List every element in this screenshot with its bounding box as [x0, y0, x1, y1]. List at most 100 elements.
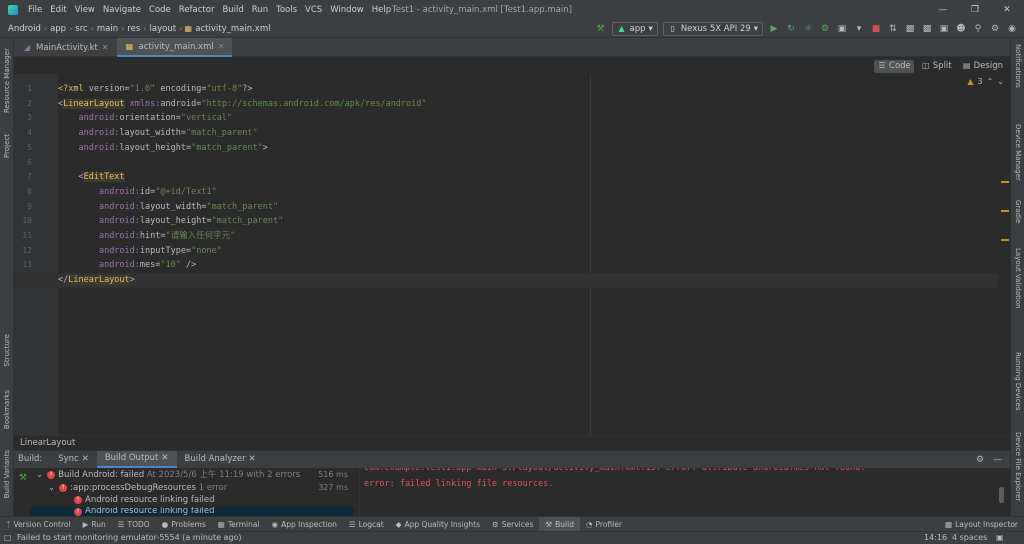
code-line[interactable]: <EditText: [58, 170, 125, 185]
run-config-select[interactable]: ▲ app ▾: [611, 22, 658, 36]
menu-run[interactable]: Run: [248, 0, 272, 20]
view-mode-design[interactable]: ▤ Design: [959, 60, 1006, 73]
tab-build-output[interactable]: Build Output ✕: [96, 451, 177, 468]
indent-setting[interactable]: 4 spaces: [952, 532, 987, 544]
tab-activity-main[interactable]: ▦ activity_main.xml ✕: [116, 38, 233, 57]
chevron-up-icon[interactable]: ⌃: [987, 77, 994, 86]
lock-icon[interactable]: ▣: [996, 532, 1004, 544]
code-line[interactable]: android:hint="请输入任何字元": [58, 229, 235, 244]
debug-icon[interactable]: ☼: [802, 23, 814, 35]
tool-app-quality-insights[interactable]: ◆ App Quality Insights: [390, 517, 486, 532]
device-select[interactable]: ▯ Nexus 5X API 29 ▾: [662, 22, 763, 36]
warning-stripe[interactable]: [1001, 181, 1009, 183]
assistant-icon[interactable]: ◉: [1006, 23, 1018, 35]
tool-notifications[interactable]: Notifications: [1014, 44, 1022, 88]
tool-bookmarks[interactable]: Bookmarks: [3, 390, 11, 429]
code-line[interactable]: android:layout_height="match_parent">: [58, 141, 267, 156]
tool-resource-manager[interactable]: Resource Manager: [3, 48, 11, 113]
device-manager-icon[interactable]: ▩: [904, 23, 916, 35]
menu-navigate[interactable]: Navigate: [99, 0, 145, 20]
tool-version-control[interactable]: ᛉ Version Control: [0, 517, 77, 532]
menu-refactor[interactable]: Refactor: [175, 0, 219, 20]
apply-changes-icon[interactable]: ↻: [785, 23, 797, 35]
attach-debugger-icon[interactable]: ▣: [836, 23, 848, 35]
code-line[interactable]: android:layout_width="match_parent": [58, 126, 257, 141]
tool-logcat[interactable]: ☰ Logcat: [343, 517, 390, 532]
tool-build[interactable]: ⚒ Build: [539, 516, 580, 532]
menu-vcs[interactable]: VCS: [301, 0, 326, 20]
tree-row[interactable]: ! Android resource linking failed: [30, 494, 354, 507]
breadcrumb-android[interactable]: Android: [6, 24, 43, 34]
tab-build-analyzer[interactable]: Build Analyzer ✕: [177, 451, 264, 468]
search-icon[interactable]: ⚲: [972, 23, 984, 35]
account-icon[interactable]: ☻: [955, 23, 967, 35]
breadcrumb-layout[interactable]: layout: [148, 24, 179, 34]
code-line[interactable]: android:layout_height="match_parent": [58, 214, 283, 229]
tool-structure[interactable]: Structure: [3, 334, 11, 367]
tab-sync[interactable]: Sync ✕: [50, 451, 97, 468]
menu-tools[interactable]: Tools: [272, 0, 301, 20]
tool-todo[interactable]: ☰ TODO: [112, 517, 156, 532]
menu-window[interactable]: Window: [326, 0, 368, 20]
code-line[interactable]: android:mes="10" />: [58, 258, 196, 273]
tool-gradle[interactable]: Gradle: [1014, 200, 1022, 223]
caret-position[interactable]: 14:16: [924, 532, 947, 544]
warning-stripe[interactable]: [1001, 210, 1009, 212]
gear-icon[interactable]: ⚙: [974, 454, 986, 466]
restore-icon[interactable]: ❐: [960, 0, 990, 20]
view-mode-split[interactable]: ◫ Split: [918, 60, 955, 73]
xml-breadcrumb[interactable]: LinearLayout: [14, 435, 1010, 449]
tool-terminal[interactable]: ▦ Terminal: [212, 517, 266, 532]
tool-problems[interactable]: ● Problems: [156, 517, 212, 532]
code-editor[interactable]: ☰ Code ◫ Split ▤ Design ▲ 3 ⌃ ⌄ 1 2 3 4 5 6 7 8 9 10…: [14, 57, 1010, 435]
run-icon[interactable]: ▶: [768, 23, 780, 35]
inspection-widget[interactable]: ▲ 3 ⌃ ⌄: [967, 77, 1004, 86]
tree-row-selected[interactable]: ! Android resource linking failed: [30, 506, 354, 517]
warning-stripe[interactable]: [1001, 239, 1009, 241]
sdk-manager-icon[interactable]: ▩: [921, 23, 933, 35]
menu-view[interactable]: View: [71, 0, 99, 20]
tool-run[interactable]: ▶ Run: [77, 517, 112, 532]
menu-help[interactable]: Help: [368, 0, 395, 20]
menu-edit[interactable]: Edit: [46, 0, 70, 20]
tree-row[interactable]: ⌄ ! Build Android: failed At 2023/5/6 上午…: [30, 469, 354, 482]
more-run-icon[interactable]: ▾: [853, 23, 865, 35]
status-message[interactable]: Failed to start monitoring emulator-5554…: [17, 532, 242, 544]
lock-icon[interactable]: ▣: [938, 23, 950, 35]
status-icon[interactable]: □: [4, 532, 12, 544]
breadcrumb-main[interactable]: main: [95, 24, 120, 34]
code-line[interactable]: <?xml version="1.0" encoding="utf-8"?>: [58, 82, 253, 97]
rebuild-icon[interactable]: ⚒: [17, 472, 29, 484]
tool-device-manager[interactable]: Device Manager: [1014, 124, 1022, 181]
hide-panel-icon[interactable]: —: [992, 454, 1004, 466]
breadcrumb-app[interactable]: app: [48, 24, 68, 34]
tool-services[interactable]: ⚙ Services: [486, 517, 539, 532]
stop-icon[interactable]: ■: [870, 23, 882, 35]
code-line[interactable]: <LinearLayout xmlns:android="http://sche…: [58, 97, 427, 112]
tool-profiler[interactable]: ◔ Profiler: [580, 517, 628, 532]
code-line[interactable]: android:inputType="none": [58, 244, 222, 259]
tool-app-inspection[interactable]: ◉ App Inspection: [266, 517, 343, 532]
minimize-icon[interactable]: —: [928, 0, 958, 20]
breadcrumb-file[interactable]: activity_main.xml: [193, 24, 272, 34]
tool-device-file-explorer[interactable]: Device File Explorer: [1014, 432, 1022, 501]
close-tab-icon[interactable]: ✕: [249, 451, 256, 468]
breadcrumb-res[interactable]: res: [125, 24, 142, 34]
tool-build-variants[interactable]: Build Variants: [3, 450, 11, 498]
close-tab-icon[interactable]: ✕: [82, 451, 89, 468]
tool-layout-validation[interactable]: Layout Validation: [1014, 248, 1022, 309]
gear-icon[interactable]: ⚙: [989, 23, 1001, 35]
profile-icon[interactable]: ⚙: [819, 23, 831, 35]
code-line[interactable]: </LinearLayout>: [14, 273, 998, 288]
menu-build[interactable]: Build: [218, 0, 247, 20]
close-tab-icon[interactable]: ✕: [218, 42, 225, 51]
build-console[interactable]: com.example.test1.app-main-3:/layout/act…: [359, 468, 989, 517]
code-line[interactable]: android:layout_width="match_parent": [58, 200, 278, 215]
hammer-icon[interactable]: ⚒: [595, 23, 607, 35]
tree-row[interactable]: ⌄ ! :app:processDebugResources 1 error 3…: [30, 482, 354, 495]
close-tab-icon[interactable]: ✕: [102, 43, 109, 52]
close-tab-icon[interactable]: ✕: [161, 451, 168, 466]
sync-icon[interactable]: ⇅: [887, 23, 899, 35]
tool-project[interactable]: Project: [3, 134, 11, 158]
tab-mainactivity[interactable]: ◢ MainActivity.kt ✕: [14, 38, 117, 57]
